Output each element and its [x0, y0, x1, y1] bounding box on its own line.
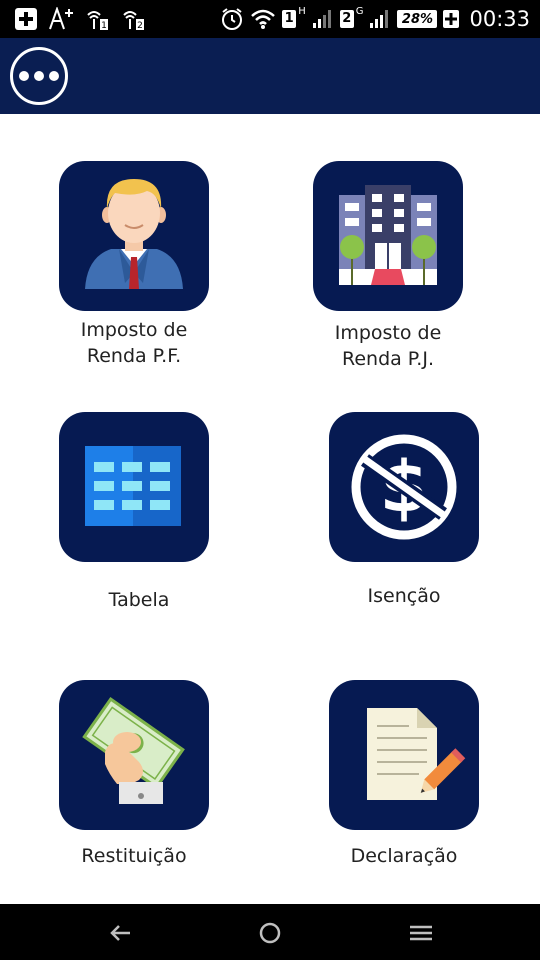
label-line: Renda P.F. [86, 345, 182, 367]
signal-sim1-icon: 1 [84, 7, 110, 31]
back-button[interactable] [106, 918, 136, 948]
table-icon [85, 446, 181, 526]
more-options-button[interactable] [10, 47, 68, 105]
navigation-bar [0, 904, 540, 960]
building-icon [339, 185, 437, 285]
restituicao-label: Restituição [59, 843, 209, 869]
sim2-indicator: 2G [339, 6, 363, 31]
cell-signal-icon [312, 7, 334, 31]
imposto-renda-pj-button[interactable] [313, 161, 463, 311]
tabela-button[interactable] [59, 412, 209, 562]
isencao-label: Isenção [329, 583, 479, 609]
label-line: Imposto de [80, 319, 188, 341]
home-icon [259, 922, 281, 944]
recent-apps-button[interactable] [406, 918, 436, 948]
label-line: Tabela [108, 589, 170, 611]
plus-badge-icon [14, 7, 38, 31]
menu-icon [410, 925, 432, 941]
sim1-indicator: 1H [282, 6, 306, 31]
isencao-button[interactable]: $ [329, 412, 479, 562]
alarm-icon [220, 7, 244, 31]
label-line: Declaração [350, 845, 458, 867]
font-size-icon [48, 7, 74, 31]
no-dollar-icon: $ [351, 434, 457, 540]
imposto-renda-pf-label: Imposto de Renda P.F. [39, 317, 229, 369]
document-pencil-icon [367, 708, 466, 800]
label-line: Imposto de [334, 322, 442, 344]
imposto-renda-pj-label: Imposto de Renda P.J. [293, 320, 483, 372]
restituicao-button[interactable] [59, 680, 209, 830]
charging-plus-icon [443, 7, 460, 31]
home-button[interactable] [255, 918, 285, 948]
declaracao-label: Declaração [329, 843, 479, 869]
label-line: Isenção [367, 585, 441, 607]
label-line: Restituição [81, 845, 187, 867]
cell-signal-2-icon [369, 7, 391, 31]
status-bar: 1 2 1H 2G 28% 00:33 [0, 0, 540, 38]
imposto-renda-pf-button[interactable] [59, 161, 209, 311]
signal-sim2-icon: 2 [120, 7, 146, 31]
battery-indicator: 28% [397, 10, 438, 28]
more-dot [49, 71, 59, 81]
money-hand-icon [82, 697, 185, 804]
declaracao-button[interactable] [329, 680, 479, 830]
svg-text:2: 2 [137, 21, 143, 31]
person-icon [85, 179, 183, 289]
back-icon [110, 925, 130, 941]
svg-text:1: 1 [101, 21, 107, 31]
more-dot [34, 71, 44, 81]
wifi-icon [250, 7, 276, 31]
label-line: Renda P.J. [341, 348, 434, 370]
more-horizontal-icon [19, 71, 29, 81]
tabela-label: Tabela [59, 587, 219, 613]
app-bar [0, 38, 540, 114]
clock: 00:33 [469, 7, 530, 31]
